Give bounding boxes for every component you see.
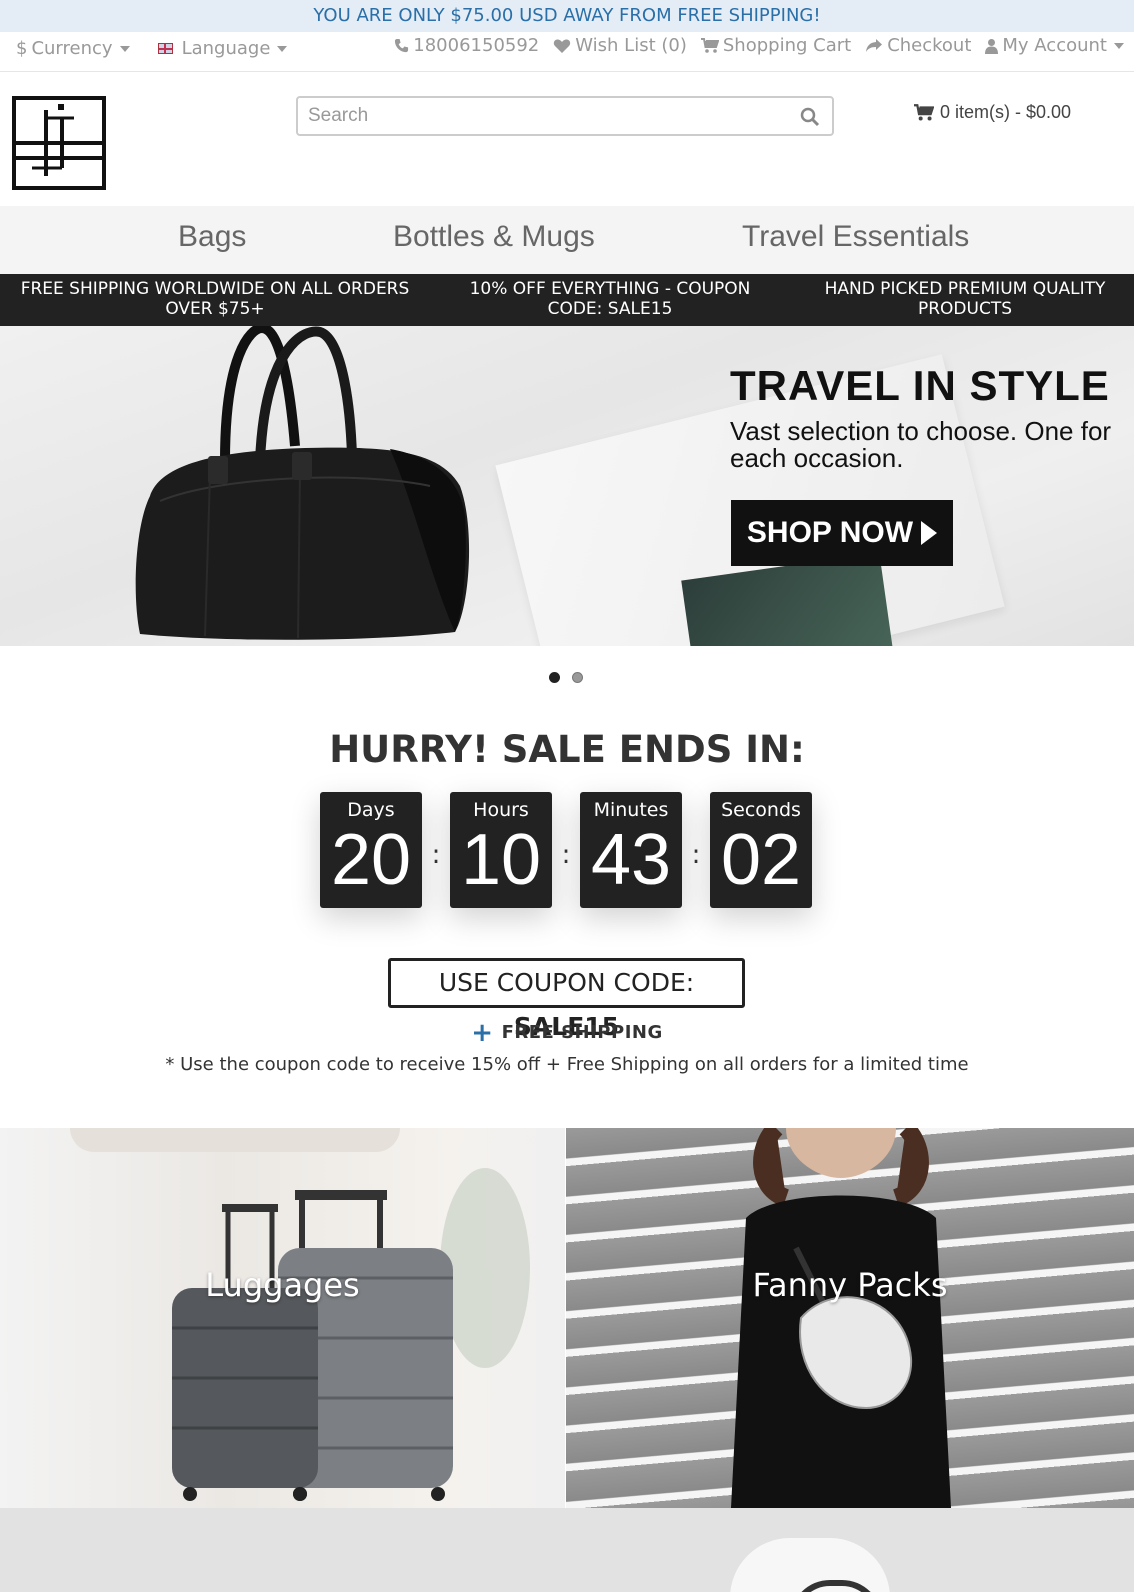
hero-slider: TRAVEL IN STYLE Vast selection to choose…	[0, 326, 1134, 646]
phone-link[interactable]: 18006150592	[394, 35, 539, 56]
search-icon[interactable]	[800, 107, 820, 127]
category-tile-luggages[interactable]: Luggages	[0, 1128, 565, 1508]
checkout-link[interactable]: Checkout	[865, 35, 971, 56]
luggage-image	[172, 1190, 453, 1501]
fanny-pack-model-image	[731, 1128, 951, 1508]
caret-down-icon	[119, 45, 130, 52]
checkout-label: Checkout	[887, 35, 972, 56]
nav-item-bottles-mugs[interactable]: Bottles & Mugs	[393, 220, 595, 254]
coupon-prefix: USE COUPON CODE:	[438, 968, 695, 997]
free-shipping-banner: YOU ARE ONLY $75.00 USD AWAY FROM FREE S…	[0, 0, 1134, 32]
category-label-luggages: Luggages	[205, 1266, 360, 1304]
seconds-label: Seconds	[721, 799, 801, 821]
hero-title: TRAVEL IN STYLE	[730, 362, 1110, 409]
usp-free-shipping: FREE SHIPPING WORLDWIDE ON ALL ORDERS OV…	[20, 279, 410, 319]
uk-flag-icon	[157, 43, 173, 54]
timer-separator: :	[691, 840, 701, 870]
slider-pagination	[549, 672, 583, 683]
search-box	[296, 96, 834, 136]
cart-icon	[914, 103, 934, 121]
site-header: 0 item(s) - $0.00	[0, 72, 1134, 206]
free-shipping-line: + FREE SHIPPING	[0, 1018, 1134, 1048]
minutes-value: 43	[590, 820, 672, 900]
caret-down-icon	[1114, 42, 1124, 49]
share-arrow-icon	[866, 38, 883, 52]
usp-discount: 10% OFF EVERYTHING - COUPON CODE: SALE15	[469, 279, 751, 319]
hero-subtitle: Vast selection to choose. One for each o…	[730, 416, 1112, 473]
cart-summary-button[interactable]: 0 item(s) - $0.00	[914, 102, 1071, 123]
store-logo[interactable]	[12, 96, 106, 190]
my-account-label: My Account	[1002, 35, 1107, 56]
countdown-title: HURRY! SALE ENDS IN:	[329, 728, 805, 771]
usp-bar: FREE SHIPPING WORLDWIDE ON ALL ORDERS OV…	[0, 274, 1134, 326]
countdown-days: Days 20	[320, 792, 422, 908]
shop-now-label: SHOP NOW	[746, 516, 914, 549]
usp-quality: HAND PICKED PREMIUM QUALITY PRODUCTS	[824, 279, 1106, 319]
caret-down-icon	[277, 45, 288, 52]
nav-item-travel-essentials[interactable]: Travel Essentials	[742, 220, 969, 254]
currency-label: Currency	[31, 38, 113, 59]
days-value: 20	[330, 820, 412, 900]
my-account-dropdown[interactable]: My Account	[985, 35, 1124, 56]
play-arrow-icon	[921, 521, 938, 545]
slider-dot-1[interactable]	[549, 672, 560, 683]
shopping-cart-link[interactable]: Shopping Cart	[700, 35, 852, 56]
hours-value: 10	[460, 820, 542, 900]
top-bar: $ Currency Language 18006150592 Wish Lis…	[0, 32, 1134, 72]
main-nav: Bags Bottles & Mugs Travel Essentials	[0, 206, 1134, 274]
minutes-label: Minutes	[593, 799, 669, 821]
language-label: Language	[181, 38, 271, 59]
countdown-timer: Days 20 : Hours 10 : Minutes 43 : Second…	[320, 792, 812, 908]
currency-dropdown[interactable]: $ Currency	[16, 38, 130, 59]
next-section-peek	[0, 1508, 1134, 1592]
countdown-minutes: Minutes 43	[580, 792, 682, 908]
wishlist-link[interactable]: Wish List (0)	[553, 35, 687, 56]
plus-icon: +	[471, 1018, 494, 1048]
free-shipping-banner-text: YOU ARE ONLY $75.00 USD AWAY FROM FREE S…	[313, 5, 821, 26]
nav-item-bags[interactable]: Bags	[178, 220, 246, 254]
product-peek-image	[730, 1538, 890, 1592]
timer-separator: :	[561, 840, 571, 870]
language-dropdown[interactable]: Language	[157, 38, 288, 59]
category-tile-fanny-packs[interactable]: Fanny Packs	[566, 1128, 1134, 1508]
countdown-hours: Hours 10	[450, 792, 552, 908]
shopping-cart-label: Shopping Cart	[722, 35, 852, 56]
countdown-seconds: Seconds 02	[710, 792, 812, 908]
dollar-icon: $	[16, 38, 28, 59]
wishlist-label: Wish List (0)	[575, 35, 687, 56]
hours-label: Hours	[473, 799, 529, 821]
cart-icon	[700, 37, 719, 53]
phone-number: 18006150592	[413, 35, 540, 56]
heart-icon	[554, 38, 571, 53]
coupon-code-box: USE COUPON CODE: SALE15	[388, 958, 745, 1041]
seconds-value: 02	[720, 820, 802, 900]
search-input[interactable]	[308, 105, 778, 127]
phone-icon	[395, 38, 409, 53]
timer-separator: :	[431, 840, 441, 870]
free-shipping-text: FREE SHIPPING	[501, 1022, 663, 1043]
user-icon	[985, 38, 999, 54]
table-decoration	[70, 1128, 400, 1152]
cart-summary-text: 0 item(s) - $0.00	[940, 102, 1072, 122]
days-label: Days	[347, 799, 395, 821]
duffel-bag-image	[135, 326, 470, 640]
category-label-fanny-packs: Fanny Packs	[752, 1266, 948, 1304]
slider-dot-2[interactable]	[572, 672, 583, 683]
coupon-note: * Use the coupon code to receive 15% off…	[165, 1054, 969, 1075]
shop-now-button[interactable]: SHOP NOW	[731, 500, 953, 566]
